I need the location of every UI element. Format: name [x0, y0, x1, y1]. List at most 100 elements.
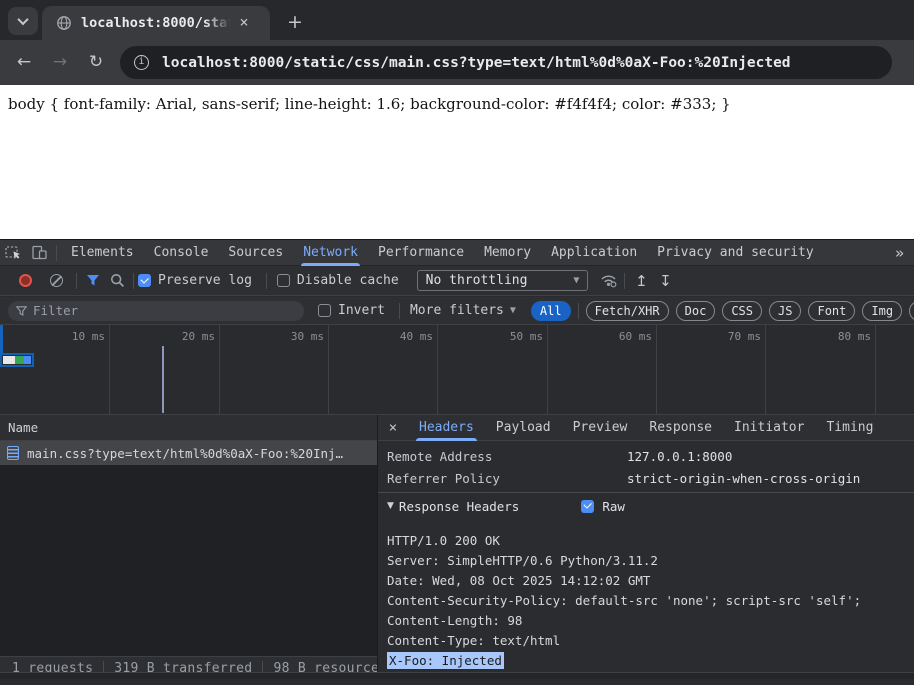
raw-label[interactable]: Raw [602, 499, 625, 514]
raw-header-line: Content-Type: text/html [387, 631, 914, 651]
selection-strip [0, 325, 3, 353]
chip-js[interactable]: JS [769, 301, 801, 321]
page-body-text: body { font-family: Arial, sans-serif; l… [8, 95, 731, 113]
inspect-icon [5, 244, 22, 261]
chip-img[interactable]: Img [862, 301, 902, 321]
referrer-policy-label: Referrer Policy [378, 471, 627, 486]
waterfall-waiting-segment [3, 356, 15, 364]
tab-initiator[interactable]: Initiator [723, 415, 815, 441]
reload-icon[interactable]: ↻ [84, 51, 108, 75]
chip-all[interactable]: All [531, 301, 571, 321]
tab-application[interactable]: Application [541, 240, 647, 266]
remote-address-value: 127.0.0.1:8000 [627, 449, 732, 464]
chip-css[interactable]: CSS [722, 301, 762, 321]
tab-memory[interactable]: Memory [474, 240, 541, 266]
chevron-down-icon: ▼ [510, 305, 516, 316]
tick-label: 70 ms [681, 330, 761, 343]
preserve-log-checkbox[interactable] [138, 274, 151, 287]
preserve-log-label[interactable]: Preserve log [158, 273, 252, 288]
tab-headers[interactable]: Headers [408, 415, 485, 441]
injected-header-highlight: X-Foo: Injected [387, 652, 504, 669]
chip-fetch-xhr[interactable]: Fetch/XHR [586, 301, 669, 321]
network-overview-timeline[interactable]: 10 ms 20 ms 30 ms 40 ms 50 ms 60 ms 70 m… [0, 325, 914, 415]
tab-timing[interactable]: Timing [815, 415, 884, 441]
gridline [765, 325, 766, 414]
search-icon [110, 273, 125, 288]
tab-response[interactable]: Response [638, 415, 723, 441]
raw-header-line: Content-Length: 98 [387, 611, 914, 631]
raw-checkbox[interactable] [581, 500, 594, 513]
tab-console[interactable]: Console [144, 240, 219, 266]
search-button[interactable] [105, 273, 129, 288]
chip-font[interactable]: Font [808, 301, 855, 321]
tab-elements[interactable]: Elements [61, 240, 144, 266]
gridline [437, 325, 438, 414]
tab-strip: localhost:8000/static × + [0, 0, 914, 40]
divider [266, 273, 267, 289]
chip-media[interactable]: Media [909, 301, 914, 321]
response-headers-section-header[interactable]: ▼ Response Headers Raw [378, 493, 914, 519]
response-headers-title: Response Headers [399, 499, 519, 514]
throttling-value: No throttling [426, 273, 528, 288]
general-row: Remote Address 127.0.0.1:8000 [378, 445, 914, 467]
browser-toolbar: ← → ↻ i localhost:8000/static/css/main.c… [0, 40, 914, 85]
waterfall-ttfb-segment [15, 356, 24, 364]
inspect-element-button[interactable] [0, 241, 26, 265]
waterfall-bar[interactable] [0, 353, 34, 367]
referrer-policy-value: strict-origin-when-cross-origin [627, 471, 860, 486]
page-viewport: body { font-family: Arial, sans-serif; l… [0, 85, 914, 239]
filter-toggle-button[interactable] [81, 274, 105, 287]
back-icon[interactable]: ← [12, 51, 36, 75]
gridline [219, 325, 220, 414]
tab-performance[interactable]: Performance [368, 240, 474, 266]
gridline [109, 325, 110, 414]
invert-checkbox[interactable] [318, 304, 331, 317]
filter-input[interactable] [33, 303, 273, 318]
more-filters-button[interactable]: More filters [410, 303, 504, 318]
network-conditions-button[interactable] [596, 273, 620, 288]
divider [578, 303, 579, 319]
tab-close-icon[interactable]: × [235, 14, 253, 32]
gridline [656, 325, 657, 414]
devtools-bottom-edge [0, 672, 914, 679]
forward-icon[interactable]: → [48, 51, 72, 75]
address-bar[interactable]: i localhost:8000/static/css/main.css?typ… [120, 46, 892, 79]
disable-cache-checkbox[interactable] [277, 274, 290, 287]
network-main: Name main.css?type=text/html%0d%0aX-Foo:… [0, 415, 914, 679]
browser-tab[interactable]: localhost:8000/static × [42, 6, 270, 40]
expander-icon[interactable]: ▼ [387, 501, 394, 511]
table-row[interactable]: main.css?type=text/html%0d%0aX-Foo:%20In… [0, 441, 377, 465]
chip-doc[interactable]: Doc [676, 301, 716, 321]
clear-icon[interactable] [50, 274, 63, 287]
throttling-select[interactable]: No throttling ▼ [417, 270, 589, 291]
divider [624, 273, 625, 289]
new-tab-button[interactable]: + [282, 10, 308, 36]
name-column-header[interactable]: Name [0, 415, 377, 441]
tab-payload[interactable]: Payload [485, 415, 562, 441]
divider [133, 273, 134, 289]
more-tabs-icon[interactable]: » [885, 244, 914, 262]
import-har-icon[interactable]: ↥ [629, 272, 653, 290]
invert-label[interactable]: Invert [338, 303, 385, 318]
network-conditions-icon [600, 273, 617, 288]
divider [399, 303, 400, 319]
record-icon[interactable] [19, 274, 32, 287]
gridline [328, 325, 329, 414]
filter-box[interactable] [8, 301, 304, 321]
requests-pane: Name main.css?type=text/html%0d%0aX-Foo:… [0, 415, 377, 679]
tab-search-button[interactable] [8, 7, 38, 35]
general-row: Referrer Policy strict-origin-when-cross… [378, 467, 914, 489]
tab-network[interactable]: Network [293, 240, 368, 266]
tab-preview[interactable]: Preview [562, 415, 639, 441]
tab-sources[interactable]: Sources [218, 240, 293, 266]
site-info-icon[interactable]: i [134, 55, 149, 70]
tick-label: 80 ms [791, 330, 871, 343]
device-toolbar-button[interactable] [26, 241, 52, 265]
request-details-pane: × Headers Payload Preview Response Initi… [377, 415, 914, 679]
export-har-icon[interactable]: ↧ [653, 272, 677, 290]
gridline [547, 325, 548, 414]
details-tabbar: × Headers Payload Preview Response Initi… [378, 415, 914, 441]
close-icon[interactable]: × [378, 420, 408, 436]
disable-cache-label[interactable]: Disable cache [297, 273, 399, 288]
tab-privacy-security[interactable]: Privacy and security [647, 240, 824, 266]
